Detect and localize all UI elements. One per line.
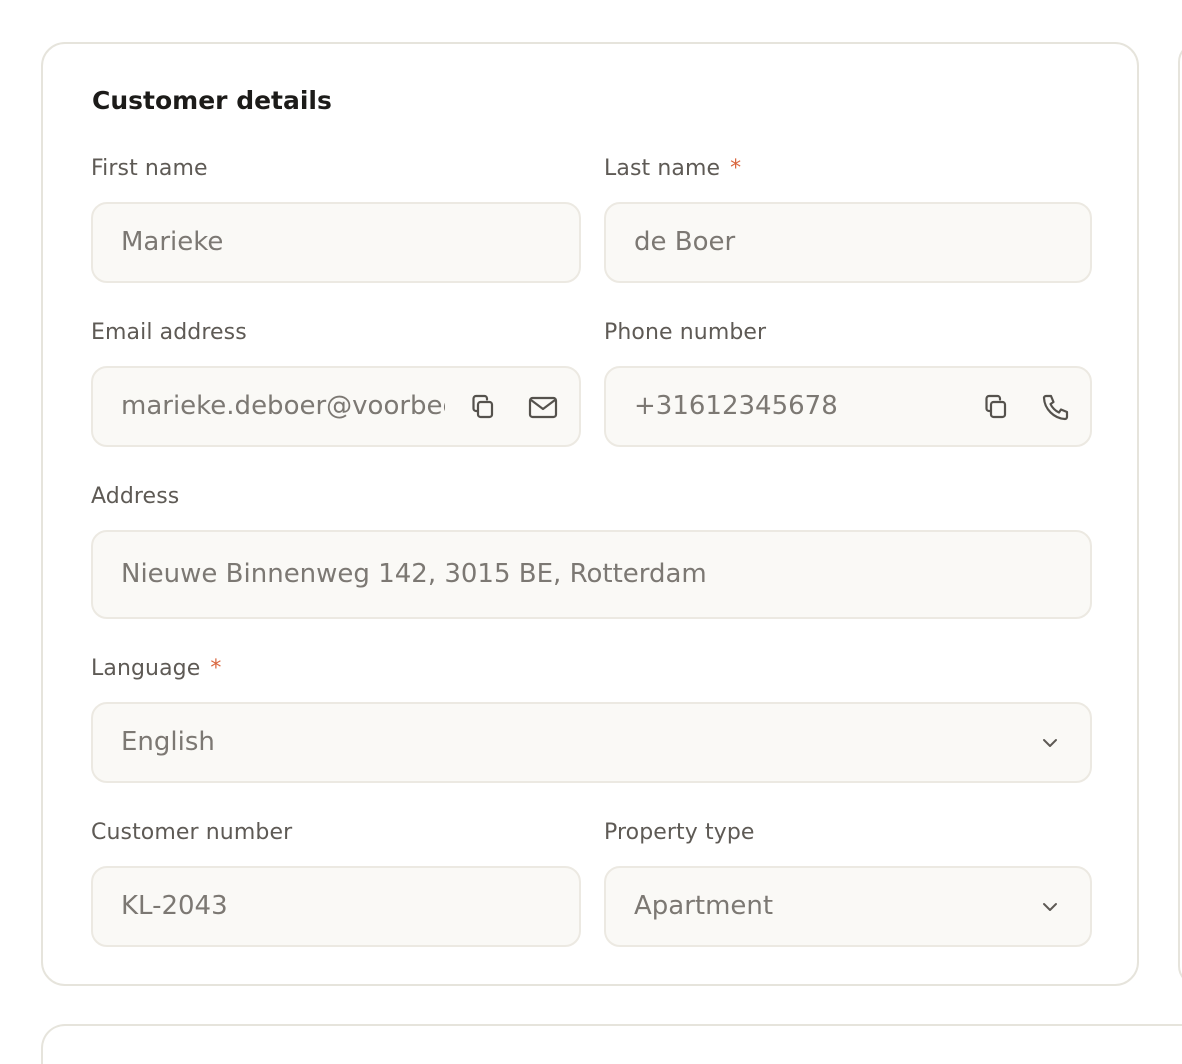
phone-field[interactable]: +31612345678 bbox=[604, 366, 1092, 447]
next-section-panel bbox=[41, 1024, 1182, 1064]
language-label-text: Language bbox=[91, 656, 201, 681]
last-name-value: de Boer bbox=[634, 227, 736, 257]
email-label: Email address bbox=[91, 320, 247, 345]
phone-label: Phone number bbox=[604, 320, 766, 345]
property-type-label-text: Property type bbox=[604, 820, 755, 845]
property-type-label: Property type bbox=[604, 820, 755, 845]
phone-label-text: Phone number bbox=[604, 320, 767, 345]
customer-number-value: KL-2043 bbox=[121, 891, 228, 921]
property-type-select[interactable]: Apartment bbox=[604, 866, 1092, 947]
last-name-field[interactable]: de Boer bbox=[604, 202, 1092, 283]
customer-number-field[interactable]: KL-2043 bbox=[91, 866, 581, 947]
first-name-field[interactable]: Marieke bbox=[91, 202, 581, 283]
property-type-value: Apartment bbox=[634, 891, 774, 921]
last-name-label-text: Last name bbox=[604, 156, 721, 181]
email-label-text: Email address bbox=[91, 320, 247, 345]
first-name-label-text: First name bbox=[91, 156, 208, 181]
address-label-text: Address bbox=[91, 484, 180, 509]
mail-icon[interactable] bbox=[527, 391, 559, 423]
chevron-down-icon bbox=[1037, 730, 1063, 756]
address-value: Nieuwe Binnenweg 142, 3015 BE, Rotterdam bbox=[121, 559, 707, 589]
last-name-label: Last name * bbox=[604, 156, 741, 181]
phone-icon[interactable] bbox=[1040, 391, 1072, 423]
copy-icon[interactable] bbox=[980, 391, 1012, 423]
phone-value: +31612345678 bbox=[634, 391, 838, 421]
email-value: marieke.deboer@voorbeeld.nl bbox=[121, 391, 445, 421]
chevron-down-icon bbox=[1037, 894, 1063, 920]
first-name-value: Marieke bbox=[121, 227, 224, 257]
email-field[interactable]: marieke.deboer@voorbeeld.nl bbox=[91, 366, 581, 447]
address-label: Address bbox=[91, 484, 179, 509]
customer-number-label: Customer number bbox=[91, 820, 292, 845]
language-select[interactable]: English bbox=[91, 702, 1092, 783]
address-field[interactable]: Nieuwe Binnenweg 142, 3015 BE, Rotterdam bbox=[91, 530, 1092, 619]
first-name-label: First name bbox=[91, 156, 208, 181]
required-marker: * bbox=[730, 156, 742, 181]
language-value: English bbox=[121, 727, 215, 757]
section-title: Customer details bbox=[92, 86, 332, 115]
copy-icon[interactable] bbox=[467, 391, 499, 423]
customer-details-card: Customer details First name Marieke Last… bbox=[41, 42, 1139, 986]
required-marker: * bbox=[210, 656, 222, 681]
language-label: Language * bbox=[91, 656, 221, 681]
customer-number-label-text: Customer number bbox=[91, 820, 293, 845]
adjacent-panel bbox=[1178, 42, 1182, 986]
